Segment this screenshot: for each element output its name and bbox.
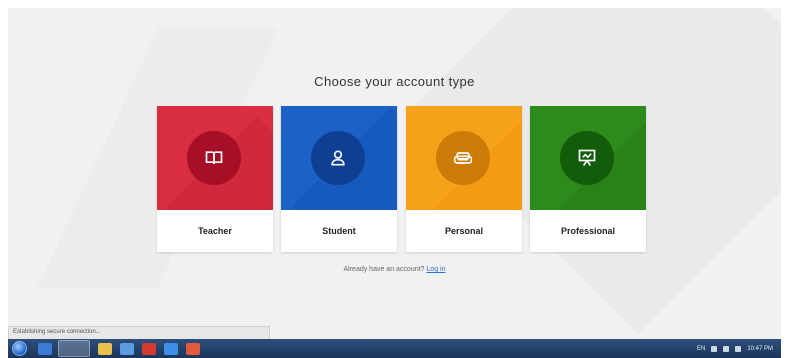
card-header — [157, 106, 273, 210]
app-icon[interactable] — [120, 342, 134, 355]
account-type-personal-card[interactable]: Personal — [406, 106, 522, 252]
card-label: Teacher — [198, 226, 232, 236]
card-header — [530, 106, 646, 210]
icon-circle — [436, 131, 490, 185]
taskbar-active-app[interactable] — [58, 340, 90, 357]
app-icon[interactable] — [186, 342, 200, 355]
card-label: Professional — [560, 226, 616, 236]
page-title: Choose your account type — [314, 74, 475, 89]
status-bar: Establishing secure connection... — [8, 326, 270, 340]
account-type-professional-card[interactable]: Professional — [530, 106, 646, 252]
flag-icon[interactable] — [711, 345, 718, 352]
folder-icon[interactable] — [98, 342, 112, 355]
icon-circle — [187, 131, 241, 185]
sofa-icon — [453, 152, 473, 164]
card-header — [406, 106, 522, 210]
card-label: Personal — [444, 226, 484, 236]
taskbar: EN 10:47 PM — [8, 339, 781, 358]
windows-logo-icon — [11, 341, 27, 356]
internet-explorer-icon[interactable] — [38, 342, 52, 355]
app-icon[interactable] — [142, 342, 156, 355]
presentation-icon — [578, 149, 596, 166]
already-have-account: Already have an account? Log in — [0, 266, 789, 273]
account-type-student-card[interactable]: Student — [281, 106, 397, 252]
language-indicator[interactable]: EN — [697, 346, 705, 352]
card-label: Student — [322, 226, 356, 236]
volume-icon[interactable] — [735, 345, 742, 352]
clock[interactable]: 10:47 PM — [747, 346, 773, 352]
account-type-teacher-card[interactable]: Teacher — [157, 106, 273, 252]
login-link[interactable]: Log in — [426, 266, 445, 273]
card-header — [281, 106, 397, 210]
icon-circle — [560, 131, 614, 185]
icon-circle — [311, 131, 365, 185]
user-icon — [331, 150, 345, 166]
already-text: Already have an account? — [343, 266, 425, 273]
app-icon[interactable] — [164, 342, 178, 355]
start-button[interactable] — [8, 339, 30, 358]
system-tray: EN 10:47 PM — [697, 345, 781, 352]
book-icon — [205, 151, 223, 164]
network-icon[interactable] — [723, 345, 730, 352]
